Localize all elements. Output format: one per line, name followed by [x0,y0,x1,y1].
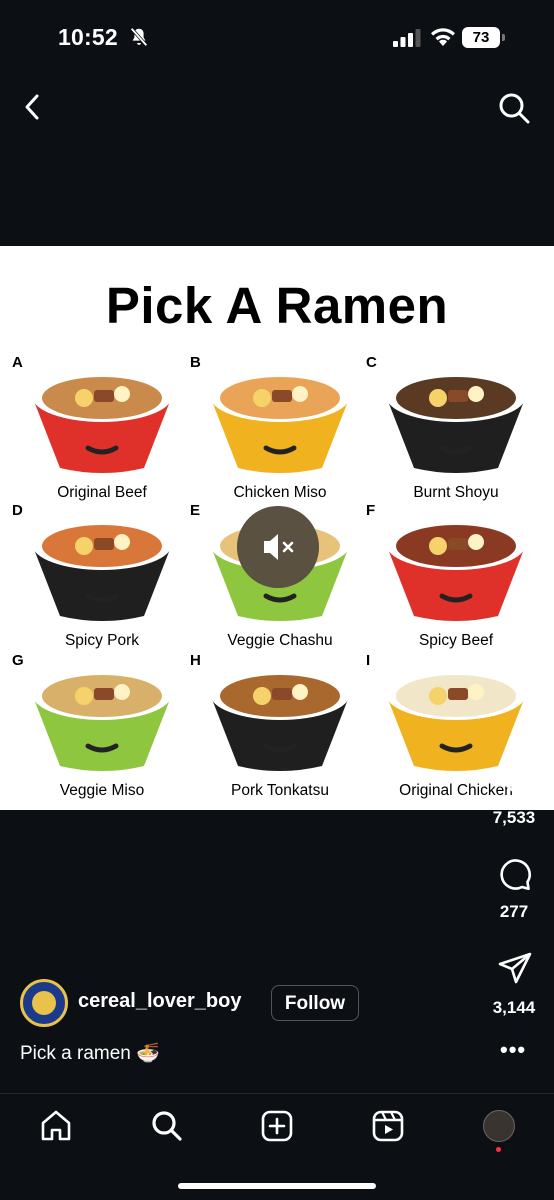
ramen-bowl-image [210,370,350,473]
option-letter: C [366,354,377,371]
ramen-bowl-image [386,518,526,621]
option-letter: D [12,502,23,519]
ramen-option: H Pork Tonkatsu [190,652,370,802]
wifi-icon [431,28,455,46]
back-chevron-icon[interactable] [18,90,48,124]
author-avatar[interactable] [20,979,68,1027]
option-label: Original Beef [57,484,147,501]
ramen-option: A Original Beef [12,354,192,504]
option-label: Veggie Miso [59,782,145,799]
battery-icon: 73 [462,27,506,48]
search-icon[interactable] [149,1108,185,1144]
comment-icon[interactable] [496,856,534,892]
follow-button[interactable]: Follow [271,985,359,1021]
create-icon[interactable] [259,1108,295,1144]
option-letter: G [12,652,24,669]
option-label: Chicken Miso [233,484,327,501]
share-count[interactable]: 3,144 [476,998,552,1018]
notification-dot [496,1147,501,1152]
option-letter: I [366,652,371,669]
ramen-option: C Burnt Shoyu [366,354,546,504]
option-letter: H [190,652,201,669]
option-label: Veggie Chashu [227,632,333,649]
option-label: Spicy Beef [418,632,494,649]
option-letter: E [190,502,201,519]
like-count[interactable]: 7,533 [476,808,552,828]
home-indicator [178,1183,376,1189]
ramen-option: G Veggie Miso [12,652,192,802]
home-icon[interactable] [38,1108,74,1144]
share-icon[interactable] [496,950,534,986]
ramen-option: D Spicy Pork [12,502,192,652]
ramen-option: F Spicy Beef [366,502,546,652]
search-icon[interactable] [497,91,531,125]
profile-avatar[interactable] [483,1110,515,1142]
more-options-icon[interactable]: ••• [500,1039,530,1065]
author-username[interactable]: cereal_lover_boy [78,990,241,1013]
post-caption: Pick a ramen 🍜 [20,1043,160,1064]
ramen-bowl-image [32,668,172,771]
option-letter: B [190,354,201,371]
comment-count[interactable]: 277 [476,902,552,922]
battery-level: 73 [462,27,500,48]
status-time: 10:52 [58,24,118,50]
option-label: Pork Tonkatsu [231,782,329,799]
ramen-bowl-image [210,668,350,771]
option-letter: A [12,354,23,371]
ramen-bowl-image [386,370,526,473]
ramen-bowl-image [32,518,172,621]
reels-icon[interactable] [370,1108,406,1144]
option-label: Spicy Pork [64,632,140,649]
bell-off-icon [130,27,148,47]
post-title: Pick A Ramen [105,277,449,334]
speaker-muted-icon[interactable] [237,506,319,588]
option-letter: F [366,502,376,519]
ramen-option: B Chicken Miso [190,354,370,504]
ramen-bowl-image [32,370,172,473]
status-bar: 10:52 73 [0,0,554,80]
heart-icon[interactable] [496,760,534,796]
signal-icon [393,29,421,47]
option-label: Burnt Shoyu [413,484,499,501]
